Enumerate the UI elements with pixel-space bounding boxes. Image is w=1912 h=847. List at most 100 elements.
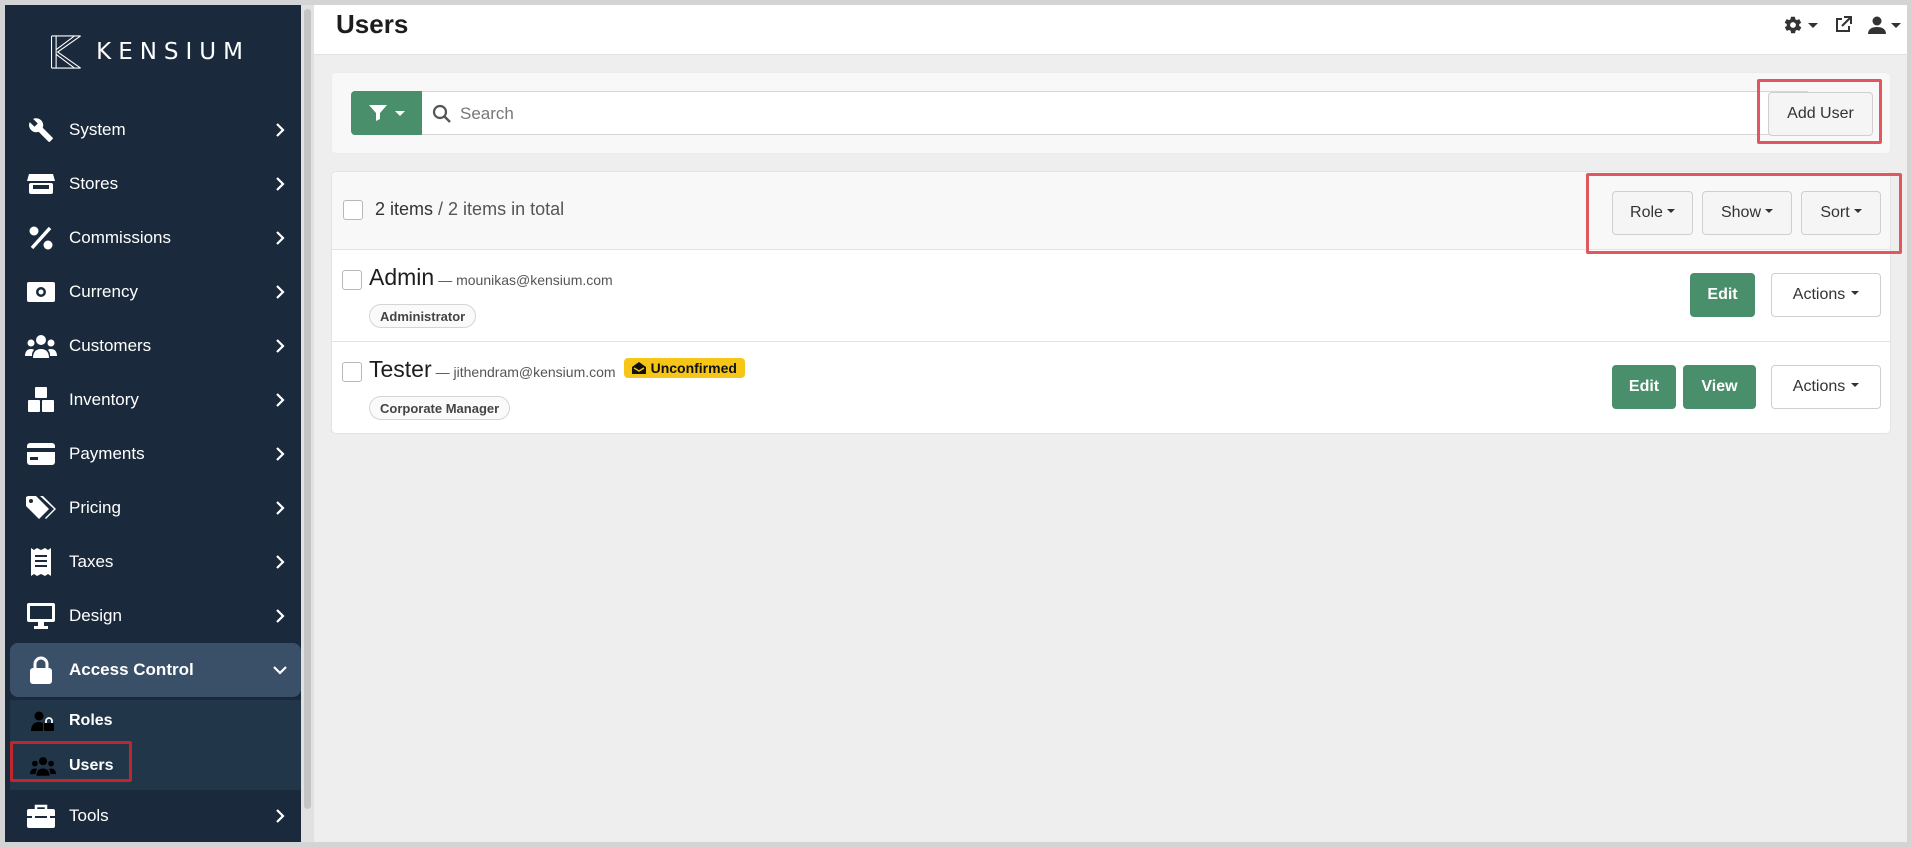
toolbox-icon [25, 802, 57, 830]
user-email: — mounikas@kensium.com [438, 272, 613, 288]
filter-button[interactable] [351, 91, 422, 135]
sidebar-item-label: Stores [69, 174, 119, 193]
receipt-icon [25, 548, 57, 576]
sidebar-item-label: Taxes [69, 552, 114, 571]
chevron-right-icon [276, 501, 285, 515]
chevron-right-icon [276, 809, 285, 823]
user-email: — jithendram@kensium.com [435, 364, 616, 380]
row-checkbox[interactable] [342, 362, 362, 382]
sidebar-scrollbar[interactable] [301, 5, 314, 842]
search-icon [432, 104, 451, 123]
sidebar-item-commissions[interactable]: Commissions [10, 211, 301, 265]
user-name-line: Tester — jithendram@kensium.com Unconfirme… [369, 356, 745, 383]
edit-button[interactable]: Edit [1690, 273, 1755, 317]
caret-down-icon [1808, 22, 1818, 28]
brand-name: KENSIUM [96, 39, 250, 65]
external-link-button[interactable] [1834, 16, 1852, 34]
percent-icon [25, 224, 57, 252]
actions-label: Actions [1792, 378, 1846, 395]
edit-button[interactable]: Edit [1612, 365, 1676, 409]
item-count: 2 items / 2 items in total [375, 199, 564, 220]
select-all-checkbox[interactable] [343, 200, 363, 220]
sidebar-item-taxes[interactable]: Taxes [10, 535, 301, 589]
filter-icon [368, 105, 387, 121]
user-name[interactable]: Tester [369, 356, 432, 382]
role-badge: Corporate Manager [369, 396, 511, 420]
sidebar-subitem-label: Roles [69, 712, 113, 729]
actions-dropdown-button[interactable]: Actions [1771, 273, 1881, 317]
user-icon [1868, 16, 1886, 34]
actions-label: Actions [1792, 286, 1846, 303]
gear-icon [1784, 16, 1802, 34]
sidebar-item-currency[interactable]: Currency [10, 265, 301, 319]
caret-down-icon [1851, 382, 1860, 387]
sidebar-item-payments[interactable]: Payments [10, 427, 301, 481]
sidebar-item-inventory[interactable]: Inventory [10, 373, 301, 427]
boxes-icon [25, 386, 57, 414]
user-name-line: Admin — mounikas@kensium.com [369, 264, 613, 291]
search-box [422, 91, 1810, 135]
sidebar-item-label: Design [69, 606, 122, 625]
chevron-right-icon [276, 393, 285, 407]
wrench-icon [25, 116, 57, 144]
scrollbar-thumb[interactable] [304, 9, 311, 809]
add-user-highlight-box [1757, 79, 1882, 144]
sidebar-item-label: Inventory [69, 390, 139, 409]
status-badge-label: Unconfirmed [650, 360, 737, 376]
sidebar-item-pricing[interactable]: Pricing [10, 481, 301, 535]
chevron-right-icon [276, 123, 285, 137]
users-highlight-box [10, 741, 132, 782]
chevron-right-icon [276, 339, 285, 353]
actions-dropdown-button[interactable]: Actions [1771, 365, 1881, 409]
role-badge: Administrator [369, 304, 477, 328]
view-button[interactable]: View [1683, 365, 1756, 409]
sidebar-item-label: Currency [69, 282, 138, 301]
chevron-right-icon [276, 231, 285, 245]
filters-highlight-box [1586, 173, 1902, 254]
sidebar-item-label: Pricing [69, 498, 121, 517]
status-badge: Unconfirmed [623, 358, 745, 378]
user-lock-icon [30, 710, 56, 732]
kensium-logo-icon [50, 35, 81, 69]
sidebar-subitem-roles[interactable]: Roles [10, 701, 301, 741]
item-total-label: / 2 items in total [438, 199, 565, 219]
top-icons [1783, 15, 1901, 35]
external-link-icon [1836, 16, 1852, 32]
sidebar-item-label: Tools [69, 806, 109, 825]
lock-icon [25, 656, 57, 684]
sidebar-item-label: System [69, 120, 126, 139]
caret-down-icon [394, 110, 405, 116]
page-title: Users [336, 9, 409, 39]
tags-icon [25, 494, 57, 522]
item-count-label: 2 items [375, 199, 434, 219]
sidebar-item-tools[interactable]: Tools [10, 789, 301, 842]
sidebar-item-stores[interactable]: Stores [10, 157, 301, 211]
table-row: Admin — mounikas@kensium.com Administrato… [332, 250, 1890, 342]
brand-logo[interactable]: KENSIUM [50, 25, 250, 79]
caret-down-icon [1891, 22, 1901, 28]
search-input[interactable] [460, 100, 1790, 128]
sidebar-item-customers[interactable]: Customers [10, 319, 301, 373]
chevron-right-icon [276, 177, 285, 191]
user-menu[interactable] [1868, 16, 1901, 34]
sidebar-item-system[interactable]: System [10, 103, 301, 157]
settings-menu[interactable] [1783, 15, 1818, 35]
sidebar-item-design[interactable]: Design [10, 589, 301, 643]
caret-down-icon [1851, 290, 1860, 295]
sidebar-item-access-control[interactable]: Access Control [10, 643, 301, 697]
top-bar: Users [314, 5, 1907, 55]
search-card [331, 72, 1891, 154]
desktop-icon [25, 602, 57, 630]
user-name[interactable]: Admin [369, 264, 434, 290]
sidebar-item-label: Commissions [69, 228, 172, 247]
store-icon [25, 170, 57, 198]
chevron-right-icon [276, 285, 285, 299]
table-row: Tester — jithendram@kensium.com Unconfirme… [332, 342, 1890, 433]
sidebar-item-label: Customers [69, 336, 152, 355]
chevron-down-icon [273, 666, 287, 675]
sidebar-item-label: Access Control [69, 660, 194, 679]
sidebar: KENSIUM System Stores Commissions Curren… [5, 5, 301, 842]
money-bill-icon [25, 278, 57, 306]
row-checkbox[interactable] [342, 270, 362, 290]
sidebar-item-label: Payments [69, 444, 145, 463]
